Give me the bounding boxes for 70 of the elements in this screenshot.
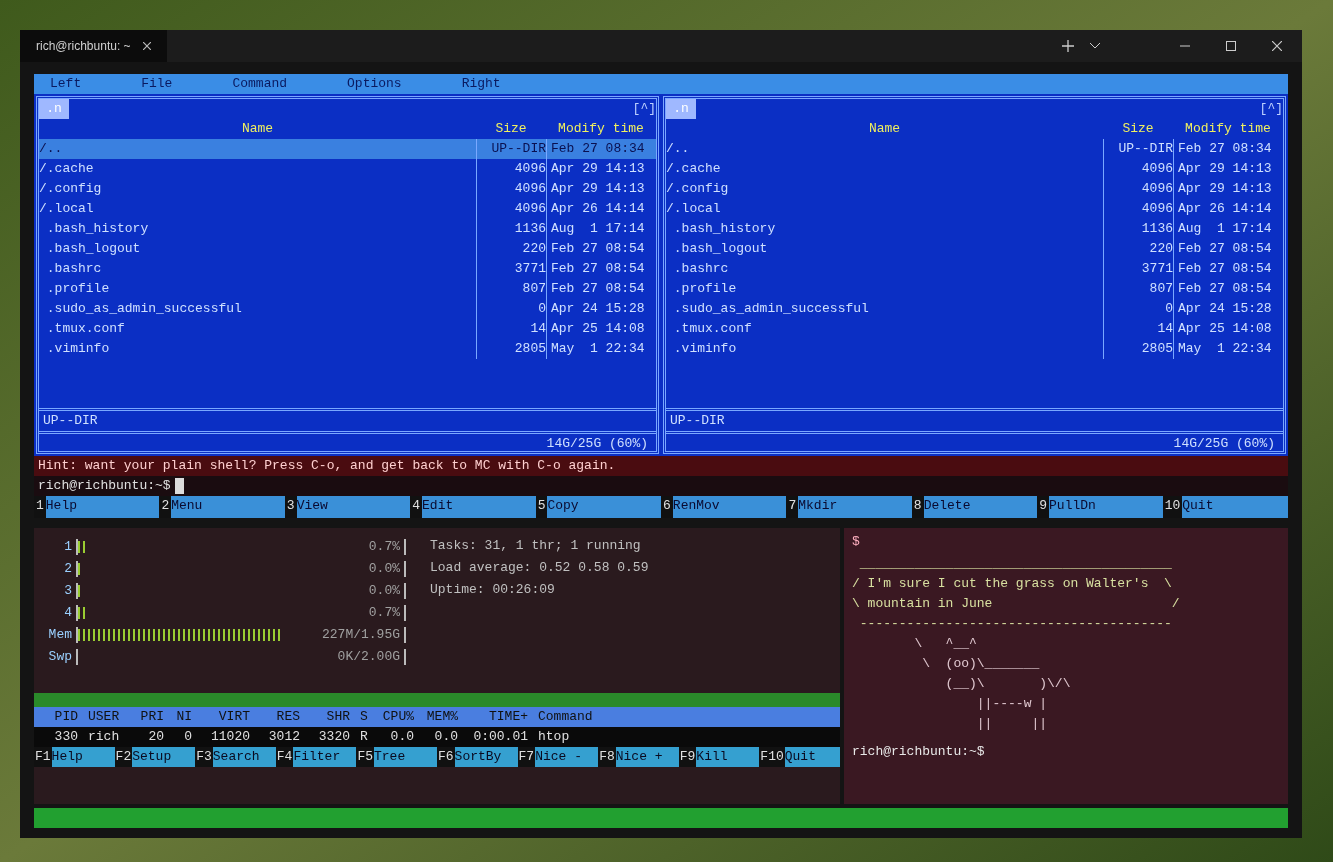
column-header: Modify time	[1184, 120, 1272, 138]
column-header: Size	[494, 120, 528, 138]
file-row[interactable]: .sudo_as_admin_successful 0 Apr 24 15:28	[39, 299, 656, 319]
meter-reading: 0.0%	[368, 582, 401, 600]
dropdown-caret-icon[interactable]	[1090, 43, 1100, 49]
close-icon[interactable]	[1272, 41, 1282, 51]
panel-corner-controls[interactable]: [^]	[1259, 99, 1283, 119]
file-row[interactable]: .tmux.conf 14 Apr 25 14:08	[39, 319, 656, 339]
system-info-text: Uptime: 00:26:09	[430, 581, 556, 599]
column-header: Name	[867, 120, 902, 138]
file-row[interactable]: .bash_logout 220 Feb 27 08:54	[666, 239, 1283, 259]
meter-label: Swp	[47, 648, 73, 666]
file-row[interactable]: /.. UP--DIR Feb 27 08:34	[666, 139, 1283, 159]
file-row[interactable]: .bashrc 3771 Feb 27 08:54	[666, 259, 1283, 279]
window-title: rich@richbuntu: ~	[36, 38, 131, 54]
file-row[interactable]: .tmux.conf 14 Apr 25 14:08	[666, 319, 1283, 339]
system-info-text: Load average: 0.52 0.58 0.59	[430, 559, 650, 577]
shell-prompt: rich@richbuntu:~$	[38, 477, 171, 495]
file-row[interactable]: /.local 4096 Apr 26 14:14	[39, 199, 656, 219]
panel-corner-controls[interactable]: [^]	[632, 99, 656, 119]
hint-text: Hint: want your plain shell? Press C-o, and get back to MC with C-o again.	[34, 456, 1288, 476]
command-text: $	[852, 533, 861, 551]
file-row[interactable]: /.. UP--DIR Feb 27 08:34	[39, 139, 656, 159]
meter-reading: 0.0%	[368, 560, 401, 578]
window-tab[interactable]: rich@richbuntu: ~	[20, 30, 167, 62]
file-row[interactable]: .bash_history 1136 Aug 1 17:14	[39, 219, 656, 239]
new-tab-icon[interactable]	[1062, 40, 1074, 52]
meter-reading: 0.7%	[368, 604, 401, 622]
menu-item[interactable]: Right	[461, 74, 501, 94]
file-row[interactable]: .bash_history 1136 Aug 1 17:14	[666, 219, 1283, 239]
process-row[interactable]: 330 rich 20 0 11020 3012 3320 R 0.0 0.0 0:00.01 htop	[34, 727, 840, 747]
speech-bubble-text: ________________________________________ / I'm sure I cut the grass on Walter's \ \ mountain in June / ----------------------------------------	[852, 555, 1181, 633]
disk-usage: 14G/25G (60%)	[546, 435, 649, 451]
file-row[interactable]: .profile 807 Feb 27 08:54	[39, 279, 656, 299]
meter-label: 1	[63, 538, 73, 556]
file-row[interactable]: /.cache 4096 Apr 29 14:13	[39, 159, 656, 179]
file-row[interactable]: .viminfo 2805 May 1 22:34	[666, 339, 1283, 359]
column-header: Size	[1121, 120, 1155, 138]
column-header: Modify time	[557, 120, 645, 138]
meter-reading: 0K/2.00G	[337, 648, 401, 666]
column-header: Name	[240, 120, 275, 138]
menu-item[interactable]: File	[141, 74, 173, 94]
panel-status: UP--DIR	[42, 412, 99, 430]
meter-label: 4	[63, 604, 73, 622]
shell-prompt: rich@richbuntu:~$	[852, 743, 986, 761]
meter-label: 3	[63, 582, 73, 600]
disk-usage: 14G/25G (60%)	[1173, 435, 1276, 451]
meter-reading: 227M/1.95G	[322, 626, 401, 644]
menu-item[interactable]: Command	[232, 74, 288, 94]
cursor	[174, 478, 184, 494]
file-row[interactable]: .profile 807 Feb 27 08:54	[666, 279, 1283, 299]
meter-label: 2	[63, 560, 73, 578]
menu-item[interactable]: Options	[347, 74, 402, 94]
file-row[interactable]: .bashrc 3771 Feb 27 08:54	[39, 259, 656, 279]
meter-label: Mem	[47, 626, 73, 644]
menu-item[interactable]: Left	[50, 74, 82, 94]
file-row[interactable]: /.config 4096 Apr 29 14:13	[666, 179, 1283, 199]
system-info-text: Tasks: 31, 1 thr; 1 running	[430, 537, 642, 555]
meter-reading: 0.7%	[368, 538, 401, 556]
file-row[interactable]: /.config 4096 Apr 29 14:13	[39, 179, 656, 199]
close-tab-icon[interactable]	[142, 42, 151, 50]
file-row[interactable]: .bash_logout 220 Feb 27 08:54	[39, 239, 656, 259]
maximize-icon[interactable]	[1226, 41, 1236, 51]
process-table-header: PID USER PRI NI VIRT RES SHR S CPU% MEM% TIME+ Command	[34, 707, 840, 727]
ascii-cow-text: \ ^__^ \ (oo)\_______ (__)\ )\/\ ||----w | || ||	[913, 635, 1072, 733]
file-row[interactable]: /.cache 4096 Apr 29 14:13	[666, 159, 1283, 179]
file-row[interactable]: .viminfo 2805 May 1 22:34	[39, 339, 656, 359]
file-row[interactable]: /.local 4096 Apr 26 14:14	[666, 199, 1283, 219]
file-row[interactable]: .sudo_as_admin_successful 0 Apr 24 15:28	[666, 299, 1283, 319]
panel-status: UP--DIR	[669, 412, 726, 430]
